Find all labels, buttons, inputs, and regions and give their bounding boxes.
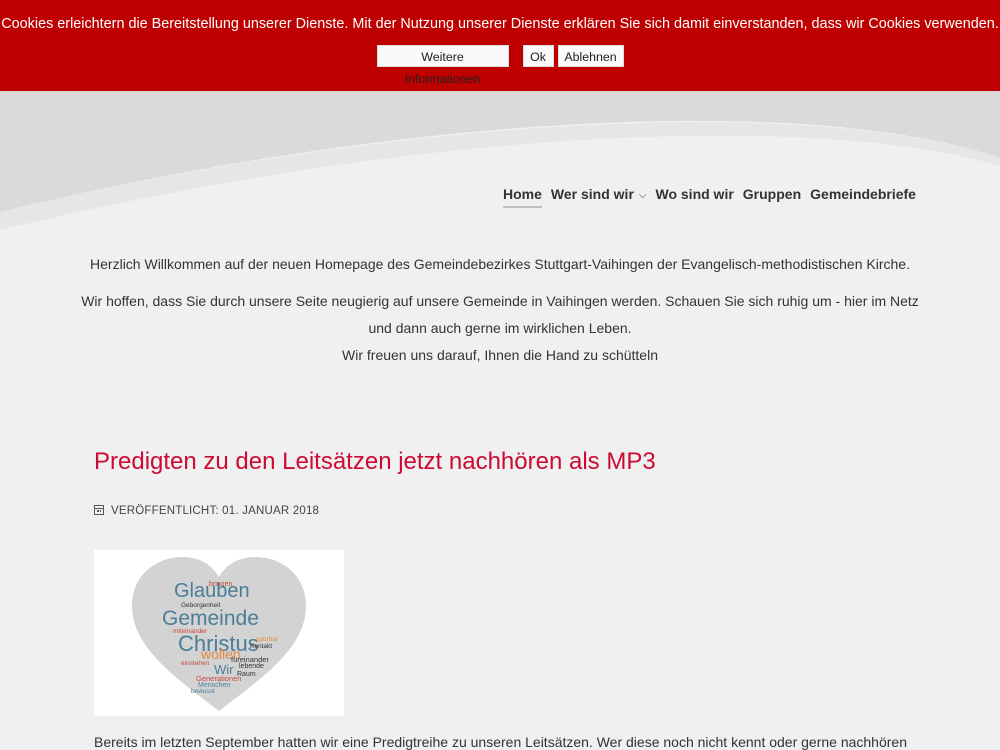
nav-item-label: Wo sind wir — [655, 186, 734, 202]
intro-line: Wir hoffen, dass Sie durch unsere Seite … — [81, 293, 919, 309]
nav-item-wo-sind-wir[interactable]: Wo sind wir — [655, 186, 733, 206]
article-body: Bereits im letzten September hatten wir … — [94, 734, 907, 750]
word-cloud-word: spürbar — [256, 636, 279, 643]
published-date: VERÖFFENTLICHT: 01. JANUAR 2018 — [111, 505, 320, 517]
article-image[interactable]: bringen Glauben Geborgenheit Gemeinde mi… — [94, 550, 344, 716]
intro-closing: Wir freuen uns darauf, Ihnen die Hand zu… — [80, 342, 920, 369]
word-cloud-word: bewusst — [191, 688, 215, 695]
nav-item-label: Home — [503, 186, 542, 202]
article-meta: VERÖFFENTLICHT: 01. JANUAR 2018 — [94, 504, 319, 517]
nav-item-label: Gemeindebriefe — [810, 186, 916, 202]
nav-item-label: Wer sind wir — [550, 186, 634, 202]
word-cloud-word: Gemeinde — [162, 607, 259, 630]
nav-item-gruppen[interactable]: Gruppen — [743, 186, 801, 206]
word-cloud-word: einstehen — [181, 660, 210, 667]
intro-paragraph: Wir hoffen, dass Sie durch unsere Seite … — [80, 288, 920, 342]
calendar-icon — [94, 505, 104, 515]
word-cloud-word: lebende — [239, 663, 264, 670]
word-cloud-word: Kontakt — [250, 643, 272, 650]
heart-word-cloud-icon: bringen Glauben Geborgenheit Gemeinde mi… — [132, 557, 306, 711]
cookie-button-group: Weitere Informationen Ok Ablehnen — [0, 45, 1000, 86]
welcome-text: Herzlich Willkommen auf der neuen Homepa… — [80, 251, 920, 278]
welcome-line: Herzlich Willkommen auf der neuen Homepa… — [90, 256, 910, 272]
main-navigation: Home Wer sind wir ⌵ Wo sind wir Gruppen G… — [503, 186, 925, 208]
intro-line: und dann auch gerne im wirklichen Leben. — [368, 320, 632, 336]
word-cloud-word: Glauben — [174, 580, 250, 602]
nav-item-home[interactable]: Home — [503, 186, 542, 208]
nav-item-gemeindebriefe[interactable]: Gemeindebriefe — [810, 186, 916, 206]
article-title[interactable]: Predigten zu den Leitsätzen jetzt nachhö… — [94, 448, 656, 476]
nav-item-wer-sind-wir[interactable]: Wer sind wir ⌵ — [551, 186, 647, 206]
more-info-button[interactable]: Weitere Informationen — [376, 45, 509, 86]
nav-item-label: Gruppen — [742, 186, 802, 202]
cookie-ok-button[interactable]: Ok — [522, 45, 554, 67]
cookie-decline-button[interactable]: Ablehnen — [557, 45, 624, 67]
cookie-message: Cookies erleichtern die Bereitstellung u… — [1, 16, 999, 32]
chevron-down-icon: ⌵ — [638, 190, 647, 201]
cookie-banner: Cookies erleichtern die Bereitstellung u… — [0, 0, 1000, 91]
closing-line: Wir freuen uns darauf, Ihnen die Hand zu… — [342, 347, 658, 363]
